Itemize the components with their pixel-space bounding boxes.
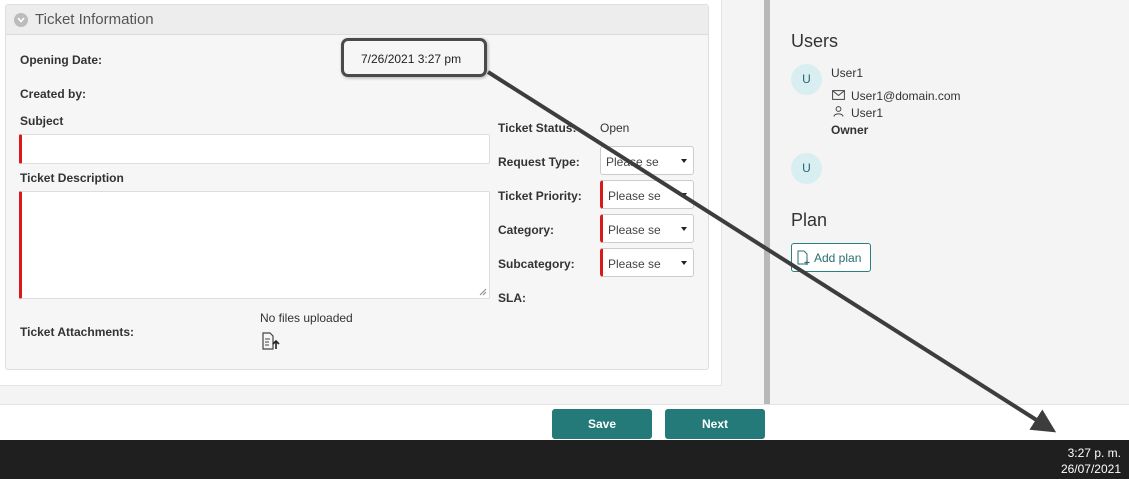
subject-input[interactable] [19,134,490,164]
request-type-label: Request Type: [498,155,580,169]
ticket-attachments-label: Ticket Attachments: [20,325,135,339]
no-files-text: No files uploaded [260,311,353,325]
resize-grip-icon[interactable] [479,288,487,296]
user-email[interactable]: User1@domain.com [851,89,961,103]
ticket-description-label: Ticket Description [20,171,124,185]
users-title: Users [791,31,839,51]
subcategory-label: Subcategory: [498,257,575,271]
caret-down-icon [681,159,687,163]
user-role: Owner [831,123,869,137]
add-document-icon [797,250,810,265]
caret-down-icon [681,193,687,197]
created-by-label: Created by: [20,87,87,101]
ticket-status-label: Ticket Status: [498,121,577,135]
upload-file-icon[interactable] [261,332,281,350]
next-button[interactable]: Next [665,409,765,439]
category-label: Category: [498,223,555,237]
opening-date-value-box: 7/26/2021 3:27 pm [341,38,487,77]
add-plan-button[interactable]: Add plan [791,243,871,272]
ticket-priority-select[interactable]: Please se [600,180,694,209]
panel-title: Ticket Information [35,11,154,28]
user-username: User1 [851,106,884,120]
ticket-priority-label: Ticket Priority: [498,189,582,203]
opening-date-value: 7/26/2021 3:27 pm [361,52,462,66]
form-footer: Save Next [0,404,1129,440]
caret-down-icon [681,261,687,265]
chevron-down-icon[interactable] [14,13,28,27]
sla-label: SLA: [498,291,526,305]
ticket-status-value: Open [600,121,630,135]
ticket-description-textarea[interactable] [19,191,490,299]
plan-title: Plan [791,210,828,230]
avatar[interactable]: U [791,153,822,184]
opening-date-label: Opening Date: [20,53,103,67]
os-taskbar: 3:27 p. m. 26/07/2021 [0,440,1129,479]
request-type-select[interactable]: Please se [600,146,694,175]
category-select[interactable]: Please se [600,214,694,243]
subcategory-select[interactable]: Please se [600,248,694,277]
mail-icon [832,90,845,100]
user-name: User1 [831,66,864,80]
taskbar-date: 26/07/2021 [1060,462,1121,476]
taskbar-time: 3:27 p. m. [1067,446,1121,460]
right-sidebar: Users U User1 User1@domain.com User1 Own… [770,0,1129,404]
avatar[interactable]: U [791,64,822,95]
save-button[interactable]: Save [552,409,652,439]
user-icon [833,106,844,117]
caret-down-icon [681,227,687,231]
panel-header[interactable]: Ticket Information [6,5,708,35]
taskbar-clock[interactable]: 3:27 p. m. 26/07/2021 [1061,445,1121,477]
subject-label: Subject [20,114,64,128]
